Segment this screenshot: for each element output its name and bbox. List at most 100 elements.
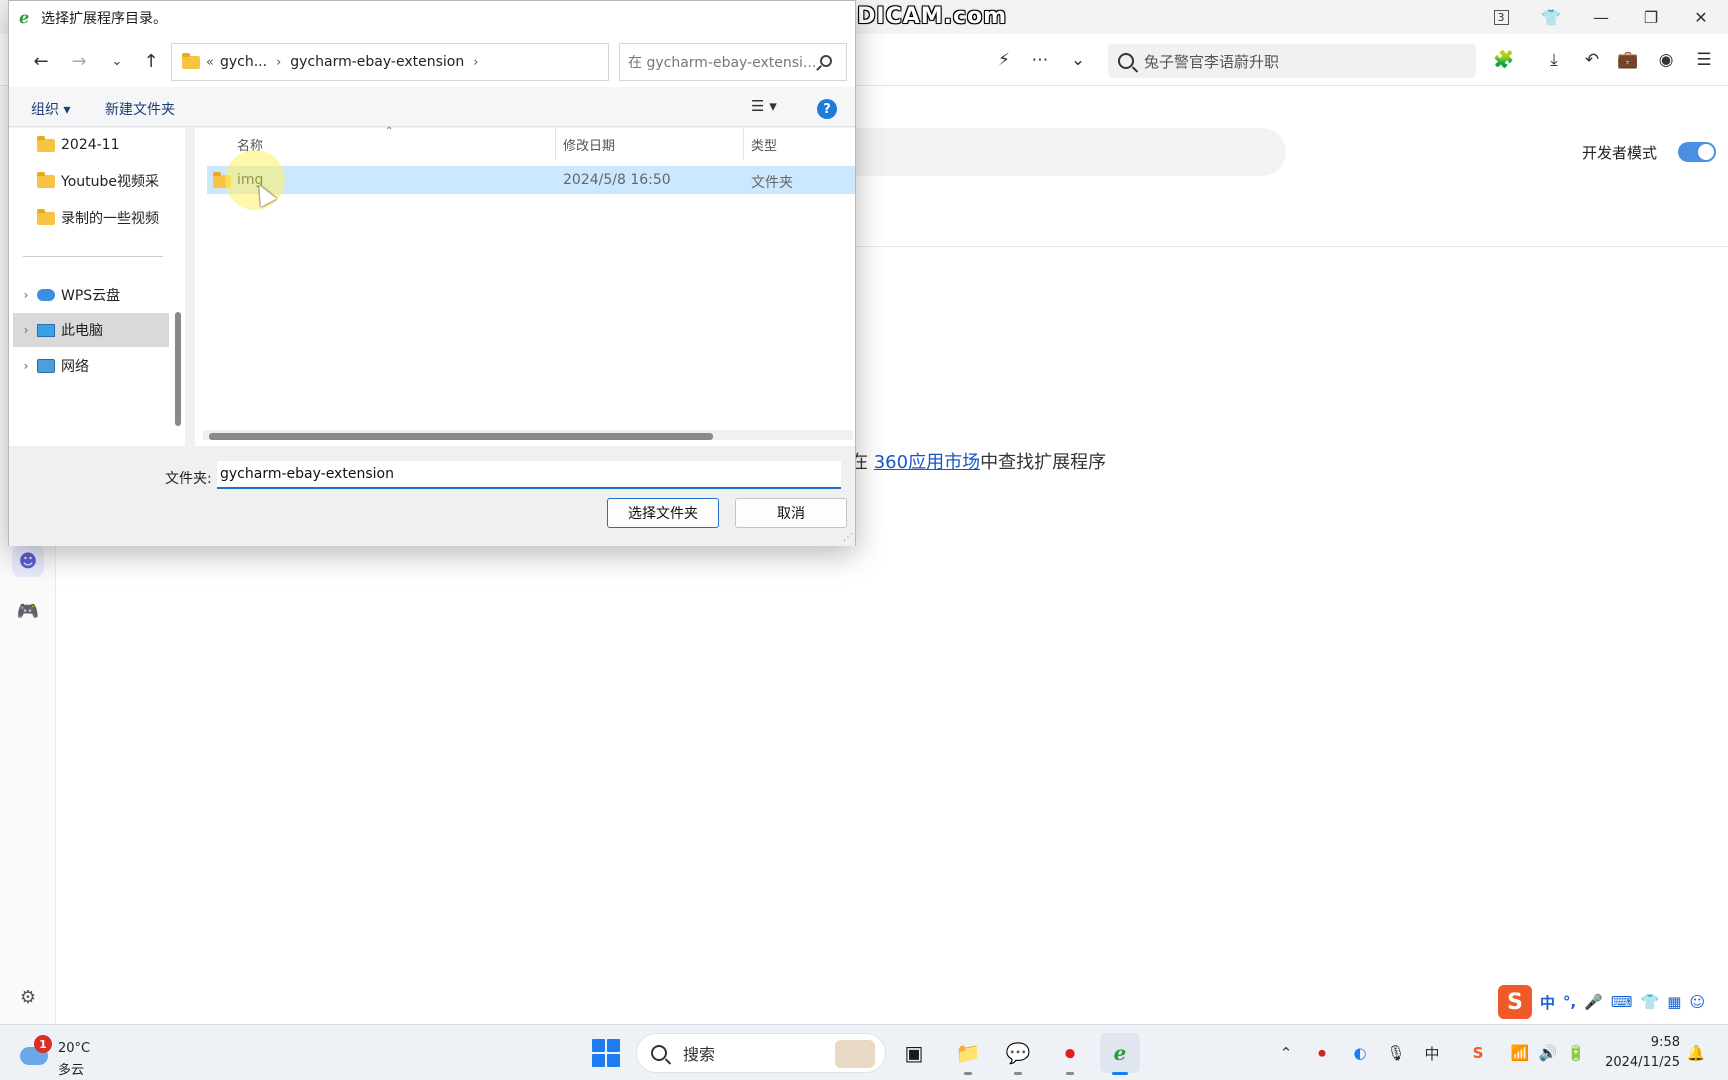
start-button[interactable] — [592, 1039, 620, 1067]
ime-emoji-icon[interactable]: ☺ — [1689, 993, 1705, 1011]
download-icon[interactable]: ⤓ — [1540, 46, 1568, 74]
extensions-icon[interactable]: 🧩 — [1490, 46, 1518, 74]
nav-item-label: 此电脑 — [61, 323, 103, 339]
nav-item-this-pc[interactable]: › 此电脑 — [13, 313, 169, 347]
clock-date[interactable]: 2024/11/25 — [1580, 1055, 1680, 1070]
resize-grip-icon[interactable]: ⋰ — [843, 533, 853, 543]
ai-assistant-icon[interactable]: ◉ — [1652, 46, 1680, 74]
chevron-down-icon[interactable]: ⌄ — [1064, 46, 1092, 74]
column-divider[interactable] — [743, 128, 744, 160]
breadcrumb-item-current[interactable]: gycharm-ebay-extension — [290, 54, 464, 70]
briefcase-icon[interactable]: 💼 — [1614, 46, 1642, 74]
address-bar[interactable]: « gych... › gycharm-ebay-extension › ⌄ ↻ — [171, 43, 753, 81]
shirt-icon[interactable]: 👕 — [1528, 0, 1574, 34]
notification-bell-icon[interactable]: 🔔 — [1684, 1041, 1708, 1065]
weather-temperature: 20°C — [58, 1041, 91, 1056]
nav-item-folder[interactable]: 2024-11 — [9, 128, 169, 162]
ime-keyboard-icon[interactable]: ⌨ — [1611, 993, 1633, 1011]
folder-icon — [37, 171, 55, 188]
nav-item-label: Youtube视频采 — [61, 174, 159, 190]
forward-arrow-icon[interactable]: → — [65, 47, 93, 75]
cursor-highlight — [225, 150, 285, 210]
taskbar-search[interactable]: 搜索 — [636, 1033, 886, 1073]
clock-time[interactable]: 9:58 — [1600, 1035, 1680, 1050]
cancel-button[interactable]: 取消 — [735, 498, 847, 528]
chevron-right-icon[interactable]: › — [15, 288, 37, 302]
more-icon[interactable]: ⋯ — [1026, 46, 1054, 74]
dialog-titlebar[interactable]: ℯ 选择扩展程序目录。 — [9, 1, 855, 35]
volume-icon[interactable]: 🔊 — [1536, 1041, 1560, 1065]
sogou-ime-logo[interactable]: S — [1498, 985, 1532, 1019]
ime-skin-icon[interactable]: 👕 — [1641, 993, 1660, 1011]
minimize-button[interactable]: — — [1578, 0, 1624, 34]
browser-taskbar-icon[interactable]: ℯ — [1100, 1033, 1140, 1075]
wifi-icon[interactable]: 📶 — [1508, 1041, 1532, 1065]
browser-search-input[interactable]: 兔子警官李语蔚升职 — [1108, 44, 1476, 78]
developer-mode-label: 开发者模式 — [1582, 144, 1658, 162]
folder-search-placeholder: 在 gycharm-ebay-extensi... — [628, 55, 817, 71]
developer-mode-toggle[interactable] — [1678, 142, 1716, 162]
ime-mic-icon[interactable]: 🎤 — [1584, 993, 1603, 1011]
folder-name-input[interactable] — [217, 461, 841, 489]
computer-icon — [37, 323, 55, 337]
sogou-tray-icon[interactable]: S — [1466, 1041, 1490, 1065]
nav-item-network[interactable]: › 网络 — [9, 349, 169, 383]
task-view-icon[interactable]: ▣ — [894, 1033, 934, 1073]
chevron-right-icon[interactable]: › — [473, 55, 478, 70]
navigation-pane: 2024-11 Youtube视频采 录制的一些视频 › WPS云盘 › 此电脑… — [9, 128, 185, 446]
record-tray-icon[interactable]: ⏺ — [1310, 1041, 1334, 1065]
nav-item-folder[interactable]: 录制的一些视频 — [9, 201, 169, 235]
browser-search-text: 兔子警官李语蔚升职 — [1144, 52, 1280, 71]
ime-mode-item[interactable]: 中 — [1540, 992, 1555, 1013]
select-folder-button[interactable]: 选择文件夹 — [607, 498, 719, 528]
back-arrow-icon[interactable]: ← — [27, 47, 55, 75]
chevron-right-icon[interactable]: › — [15, 323, 37, 337]
nav-item-folder[interactable]: Youtube视频采 — [9, 164, 169, 198]
help-icon[interactable]: ? — [817, 99, 837, 119]
weather-widget[interactable]: 1 20°C 多云 — [20, 1033, 100, 1078]
market-link[interactable]: 360应用市场 — [874, 452, 980, 473]
dialog-footer: 文件夹: 选择文件夹 取消 — [9, 446, 855, 546]
file-explorer-icon[interactable]: 📁 — [948, 1033, 988, 1075]
notification-badge: 1 — [34, 1035, 52, 1053]
recent-locations-chevron-icon[interactable]: ⌄ — [103, 47, 131, 75]
restore-button[interactable]: ❐ — [1628, 0, 1674, 34]
gamepad-icon[interactable]: 🎮 — [12, 595, 44, 627]
tray-overflow-chevron-icon[interactable]: ⌃ — [1274, 1041, 1298, 1065]
wechat-icon[interactable]: 💬 — [998, 1033, 1038, 1075]
menu-icon[interactable]: ☰ — [1690, 46, 1718, 74]
ime-grid-icon[interactable]: ▦ — [1667, 993, 1681, 1011]
nav-item-label: 录制的一些视频 — [61, 211, 159, 227]
breadcrumb-overflow[interactable]: « — [206, 55, 214, 70]
breadcrumb-item-parent[interactable]: gych... — [220, 54, 267, 70]
horizontal-scrollbar-thumb[interactable] — [209, 433, 713, 440]
bandicam-icon[interactable]: ⏺ — [1050, 1033, 1090, 1075]
browser-tray-icon[interactable]: ◐ — [1348, 1041, 1372, 1065]
close-window-button[interactable]: ✕ — [1678, 0, 1724, 34]
undo-icon[interactable]: ↶ — [1578, 46, 1606, 74]
column-divider[interactable] — [555, 128, 556, 160]
up-arrow-icon[interactable]: ↑ — [137, 47, 165, 75]
ime-toolbar: S 中 °, 🎤 ⌨ 👕 ▦ ☺ — [1494, 984, 1728, 1020]
view-options-icon[interactable]: ☰ ▾ — [751, 97, 777, 115]
robot-icon[interactable]: ☻ — [12, 545, 44, 577]
tab-count-button[interactable]: 3 — [1478, 0, 1524, 34]
chevron-right-icon[interactable]: › — [15, 359, 37, 373]
column-header-type[interactable]: 类型 — [751, 128, 777, 160]
column-header-modified[interactable]: 修改日期 — [563, 128, 615, 160]
nav-pane-scrollbar[interactable] — [175, 312, 181, 426]
ime-punct-item[interactable]: °, — [1563, 993, 1576, 1011]
file-row[interactable]: img 2024/5/8 16:50 文件夹 — [207, 166, 855, 194]
microphone-icon[interactable]: 🎙 — [1384, 1041, 1408, 1065]
ime-language-indicator[interactable]: 中 — [1420, 1041, 1444, 1065]
new-folder-button[interactable]: 新建文件夹 — [105, 99, 175, 119]
tab-count-badge: 3 — [1493, 9, 1509, 25]
market-suffix: 中查找扩展程序 — [980, 452, 1107, 473]
lightning-icon[interactable]: ⚡ — [990, 46, 1018, 74]
settings-icon[interactable]: ⚙ — [12, 981, 44, 1013]
nav-item-wps-cloud[interactable]: › WPS云盘 — [9, 278, 169, 312]
sort-caret-icon: ⌃ — [385, 126, 394, 137]
organize-button[interactable]: 组织 ▾ — [31, 99, 70, 119]
folder-search-input[interactable]: 在 gycharm-ebay-extensi... — [619, 43, 847, 81]
chevron-right-icon[interactable]: › — [276, 55, 281, 70]
